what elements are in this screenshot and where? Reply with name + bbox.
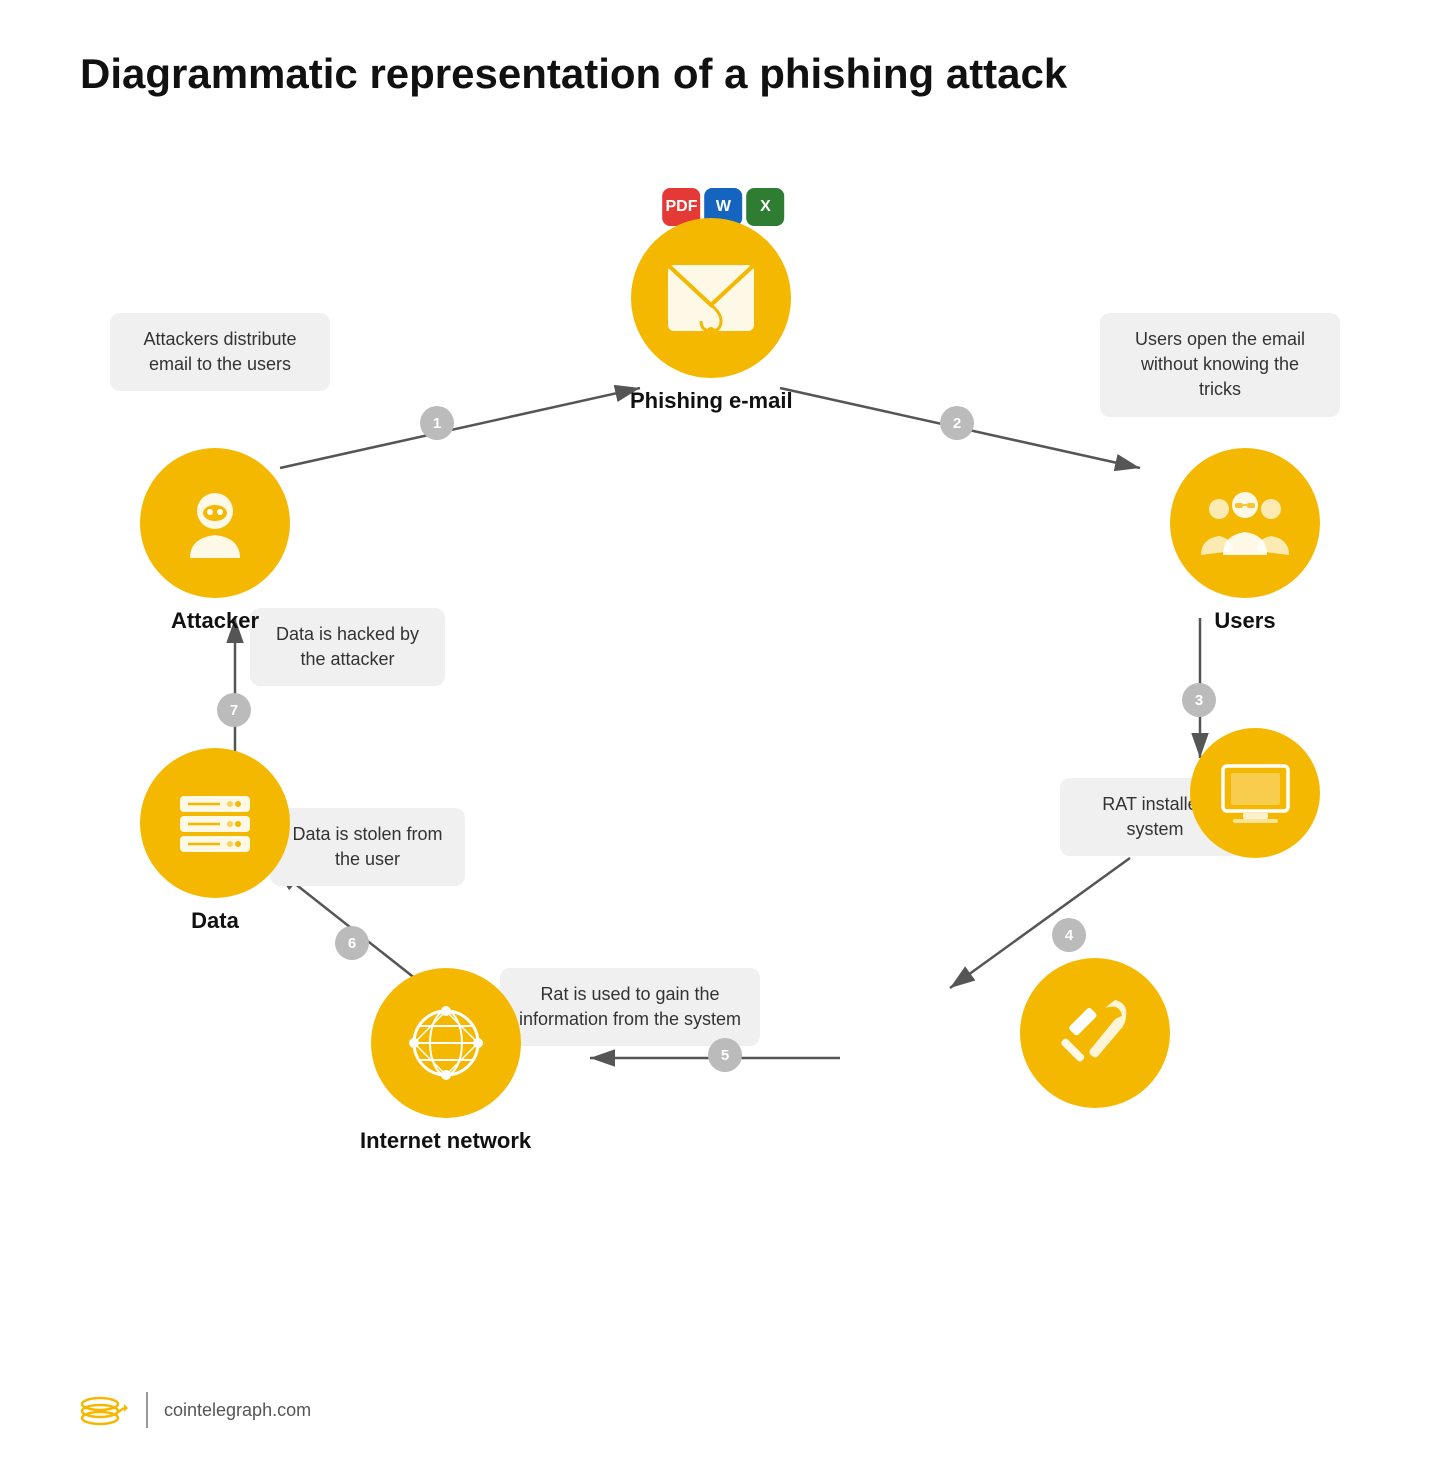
step-badge-7: 7	[217, 693, 251, 727]
users-label: Users	[1214, 608, 1275, 634]
footer-divider	[146, 1392, 148, 1428]
step-badge-4: 4	[1052, 918, 1086, 952]
phishing-email-label: Phishing e-mail	[630, 388, 793, 414]
step-badge-5: 5	[708, 1038, 742, 1072]
rat-tools-circle	[1020, 958, 1170, 1108]
callout-step1: Attackers distribute email to the users	[110, 313, 330, 391]
node-phishing-email: PDF W X Phishing e-mail	[630, 218, 793, 414]
callout-step5: Rat is used to gain the information from…	[500, 968, 760, 1046]
attacker-circle	[140, 448, 290, 598]
step-badge-1: 1	[420, 406, 454, 440]
step-badge-3: 3	[1182, 683, 1216, 717]
callout-step6: Data is stolen from the user	[270, 808, 465, 886]
footer-site: cointelegraph.com	[164, 1400, 311, 1421]
phishing-email-circle	[631, 218, 791, 378]
node-rat-tools	[1020, 958, 1170, 1108]
data-label: Data	[191, 908, 239, 934]
node-attacker: Attacker	[140, 448, 290, 634]
users-circle	[1170, 448, 1320, 598]
internet-network-circle	[371, 968, 521, 1118]
callout-step2: Users open the email without knowing the…	[1100, 313, 1340, 417]
page: Diagrammatic representation of a phishin…	[0, 0, 1450, 1470]
node-data: Data	[140, 748, 290, 934]
step-badge-2: 2	[940, 406, 974, 440]
node-internet-network: Internet network	[360, 968, 531, 1154]
node-users: Users	[1170, 448, 1320, 634]
diagram: 1 2 3 4 5 6 7 Attackers distribute email…	[80, 158, 1370, 1358]
attacker-label: Attacker	[171, 608, 259, 634]
excel-badge: X	[746, 188, 784, 226]
node-computer	[1190, 728, 1320, 858]
page-title: Diagrammatic representation of a phishin…	[80, 50, 1370, 98]
data-circle	[140, 748, 290, 898]
footer: cointelegraph.com	[80, 1390, 311, 1430]
step-badge-6: 6	[335, 926, 369, 960]
footer-logo-icon	[80, 1390, 130, 1430]
internet-network-label: Internet network	[360, 1128, 531, 1154]
computer-circle	[1190, 728, 1320, 858]
